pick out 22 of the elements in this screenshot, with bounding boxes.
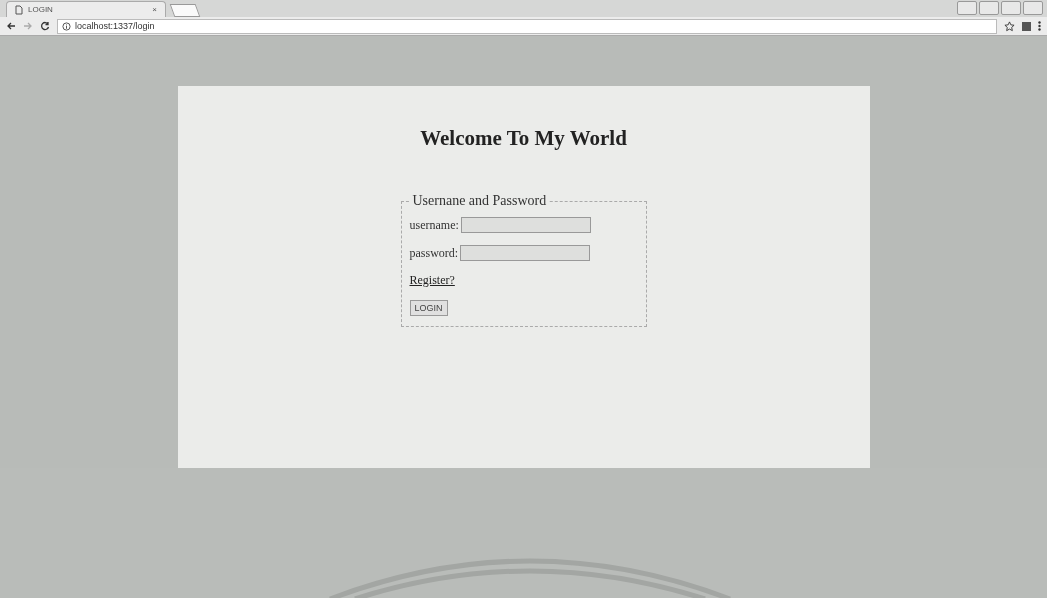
new-tab-button[interactable]: [169, 4, 201, 18]
field-label: password:: [409, 245, 459, 261]
input-field[interactable]: [460, 245, 591, 261]
address-field[interactable]: localhost:1337/login: [57, 18, 997, 34]
fieldset-legend: Usernane and Password: [409, 193, 550, 209]
star-icon[interactable]: [1004, 20, 1015, 32]
register-link[interactable]: Register?: [409, 273, 455, 288]
forward-icon[interactable]: [23, 21, 33, 31]
tab-title: LOGIN: [28, 5, 53, 15]
page-heading: Welcome To My World: [420, 126, 627, 151]
input-field[interactable]: [460, 217, 591, 233]
login-button[interactable]: LOGIN: [409, 300, 448, 316]
back-icon[interactable]: [6, 21, 16, 31]
field-label: username:: [409, 217, 459, 233]
tab-close-button[interactable]: ×: [152, 5, 157, 15]
info-icon: [62, 21, 71, 31]
extension-icon[interactable]: [1022, 21, 1031, 31]
page-icon: [15, 4, 23, 15]
url-text: localhost:1337/login: [75, 21, 155, 31]
reload-icon[interactable]: [40, 21, 50, 31]
menu-icon[interactable]: [1038, 21, 1041, 31]
browser-tab[interactable]: LOGIN ×: [6, 1, 166, 18]
